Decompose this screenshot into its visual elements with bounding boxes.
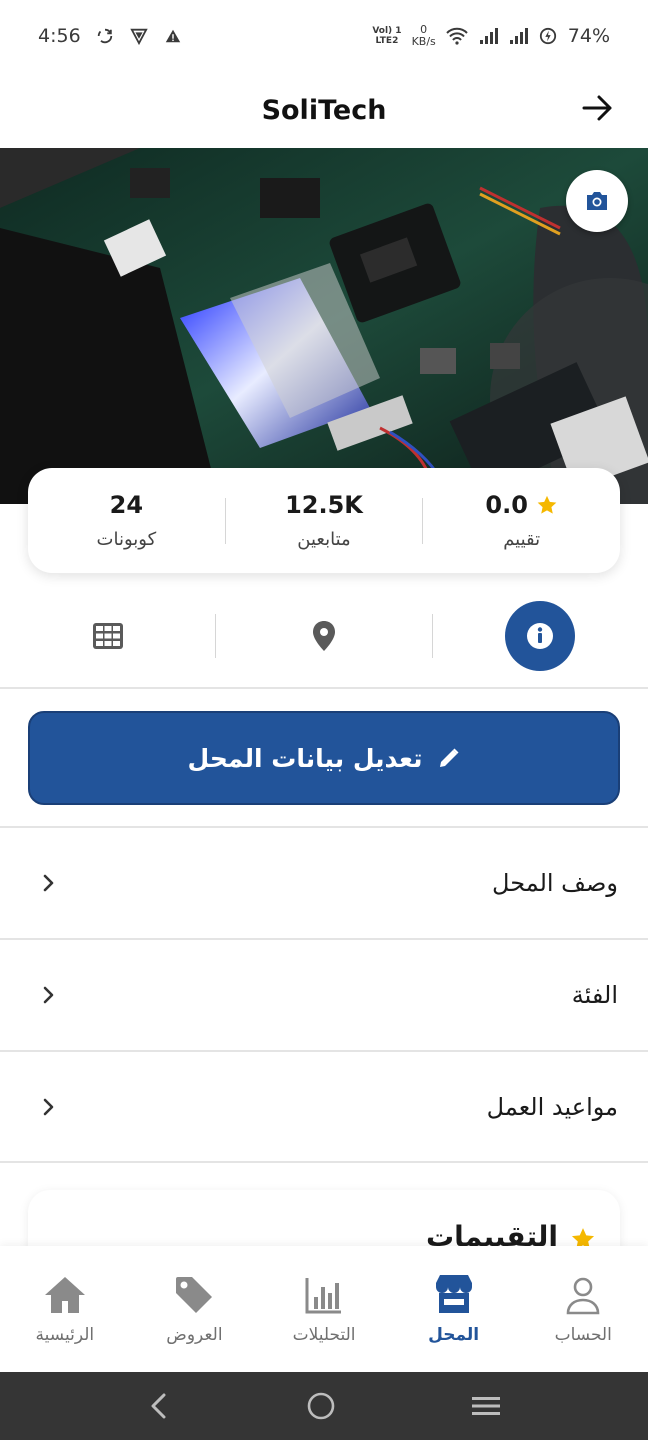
system-nav-bar	[0, 1372, 648, 1440]
star-icon	[537, 495, 557, 514]
coupons-label: كوبونات	[96, 529, 157, 550]
cover-image	[0, 148, 648, 504]
battery-percent: 74%	[567, 25, 610, 47]
stat-followers[interactable]: 12.5K متابعين	[226, 491, 423, 550]
list-item-description[interactable]: وصف المحل	[0, 828, 648, 938]
wifi-icon	[446, 27, 468, 45]
status-right: Vol) 1 LTE2 0 KB/s 74%	[372, 24, 610, 48]
stats-card: 0.0 تقييم 12.5K متابعين 24 كوبونات	[28, 468, 620, 573]
rating-label: تقييم	[503, 529, 541, 550]
tab-info[interactable]	[433, 596, 648, 676]
home-icon	[44, 1277, 85, 1313]
divider	[0, 687, 648, 689]
person-icon	[566, 1277, 600, 1315]
nav-offers[interactable]: العروض	[130, 1246, 260, 1372]
signal-icon-2	[509, 28, 528, 44]
sync-icon	[97, 28, 112, 44]
nav-label: الحساب	[554, 1325, 612, 1345]
list-item-label: وصف المحل	[492, 869, 618, 897]
warning-icon	[165, 29, 180, 43]
status-time: 4:56	[38, 25, 81, 47]
rating-value: 0.0	[485, 491, 528, 519]
list-item-category[interactable]: الفئة	[0, 940, 648, 1050]
network-type: Vol) 1 LTE2	[372, 26, 402, 46]
arrow-right-icon[interactable]	[578, 88, 618, 128]
chevron-left-icon	[43, 986, 54, 1004]
nav-analytics[interactable]: التحليلات	[259, 1246, 389, 1372]
edit-store-label: تعديل بيانات المحل	[187, 743, 423, 773]
camera-icon	[587, 192, 607, 210]
pencil-icon	[439, 748, 458, 767]
edit-store-button[interactable]: تعديل بيانات المحل	[28, 711, 620, 805]
divider	[422, 497, 424, 544]
chart-icon	[305, 1278, 342, 1314]
stat-rating[interactable]: 0.0 تقييم	[423, 491, 620, 550]
nav-label: الرئيسية	[35, 1325, 95, 1345]
store-icon	[435, 1275, 472, 1313]
network-speed: 0 KB/s	[411, 23, 436, 48]
tab-grid[interactable]	[0, 596, 215, 676]
list-item-label: الفئة	[571, 981, 618, 1009]
divider	[224, 497, 226, 544]
divider	[431, 614, 433, 658]
system-menu-icon[interactable]	[471, 1391, 501, 1421]
battery-saver-icon	[539, 27, 556, 45]
tag-icon	[176, 1277, 213, 1313]
list-item-working-hours[interactable]: مواعيد العمل	[0, 1052, 648, 1162]
nav-label: المحل	[428, 1325, 480, 1345]
bottom-nav: الحساب المحل التحليلات العروض الرئيسية	[0, 1246, 648, 1372]
nav-label: التحليلات	[292, 1325, 356, 1345]
divider	[0, 1161, 648, 1163]
status-left: 4:56	[38, 25, 183, 47]
grid-icon	[92, 623, 123, 649]
nav-label: العروض	[166, 1325, 223, 1345]
system-home-icon[interactable]	[306, 1391, 336, 1421]
nav-home[interactable]: الرئيسية	[0, 1246, 130, 1372]
section-tabs	[0, 596, 648, 676]
change-cover-button[interactable]	[566, 170, 628, 232]
vpn-shield-icon	[129, 28, 148, 45]
signal-icon	[479, 28, 498, 44]
chevron-left-icon	[43, 1098, 54, 1116]
stat-coupons[interactable]: 24 كوبونات	[28, 491, 225, 550]
divider	[215, 614, 217, 658]
location-pin-icon	[313, 621, 336, 651]
system-back-icon[interactable]	[147, 1391, 171, 1421]
tab-location[interactable]	[216, 596, 431, 676]
nav-store[interactable]: المحل	[389, 1246, 519, 1372]
followers-label: متابعين	[297, 529, 351, 550]
coupons-value: 24	[109, 491, 144, 519]
info-icon	[527, 623, 554, 649]
chevron-left-icon	[43, 874, 54, 892]
nav-account[interactable]: الحساب	[518, 1246, 648, 1372]
cover-photo	[0, 148, 648, 504]
status-bar: 4:56 Vol) 1 LTE2 0 KB/s 74%	[0, 0, 648, 72]
app-header: SoliTech	[0, 72, 648, 148]
list-item-label: مواعيد العمل	[486, 1093, 618, 1121]
page-title: SoliTech	[261, 94, 387, 126]
followers-value: 12.5K	[285, 491, 363, 519]
